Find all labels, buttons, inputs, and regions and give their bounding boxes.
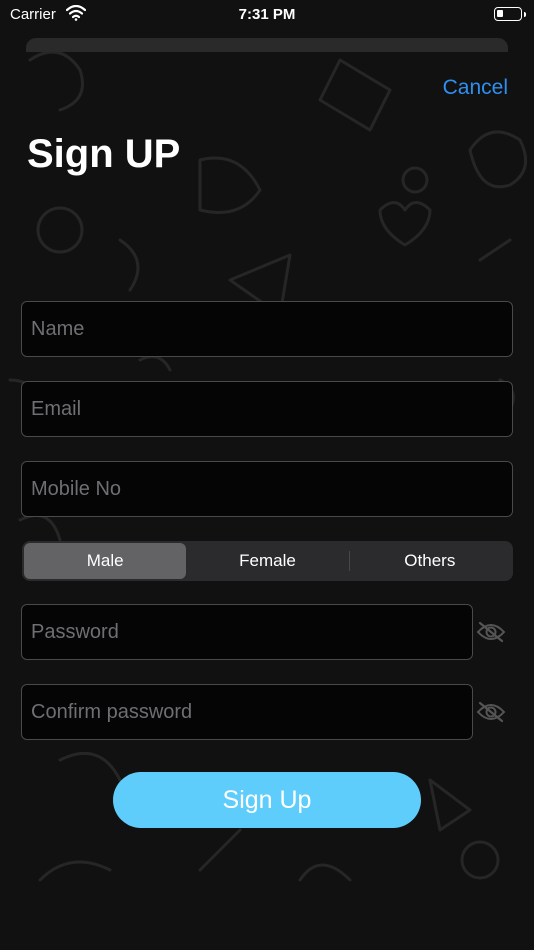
status-bar: Carrier 7:31 PM [0,0,534,30]
segment-divider [349,551,350,571]
gender-option-others[interactable]: Others [349,543,511,579]
sign-up-button[interactable]: Sign Up [113,772,421,828]
confirm-password-input[interactable] [22,685,472,739]
cancel-button[interactable]: Cancel [443,76,508,100]
email-field[interactable] [21,381,513,437]
eye-slash-icon[interactable] [476,617,506,647]
mobile-field[interactable] [21,461,513,517]
password-input[interactable] [22,605,472,659]
name-input[interactable] [22,302,512,356]
gender-segmented-control[interactable]: Male Female Others [22,541,513,581]
gender-option-female[interactable]: Female [186,543,348,579]
name-field[interactable] [21,301,513,357]
battery-icon [494,7,526,21]
page-title: Sign UP [27,132,181,176]
email-input[interactable] [22,382,512,436]
gender-option-male[interactable]: Male [24,543,187,579]
eye-slash-icon[interactable] [476,697,506,727]
password-field[interactable] [21,604,473,660]
mobile-input[interactable] [22,462,512,516]
sheet-background-card [26,38,508,52]
clock: 7:31 PM [238,6,296,23]
confirm-password-field[interactable] [21,684,473,740]
